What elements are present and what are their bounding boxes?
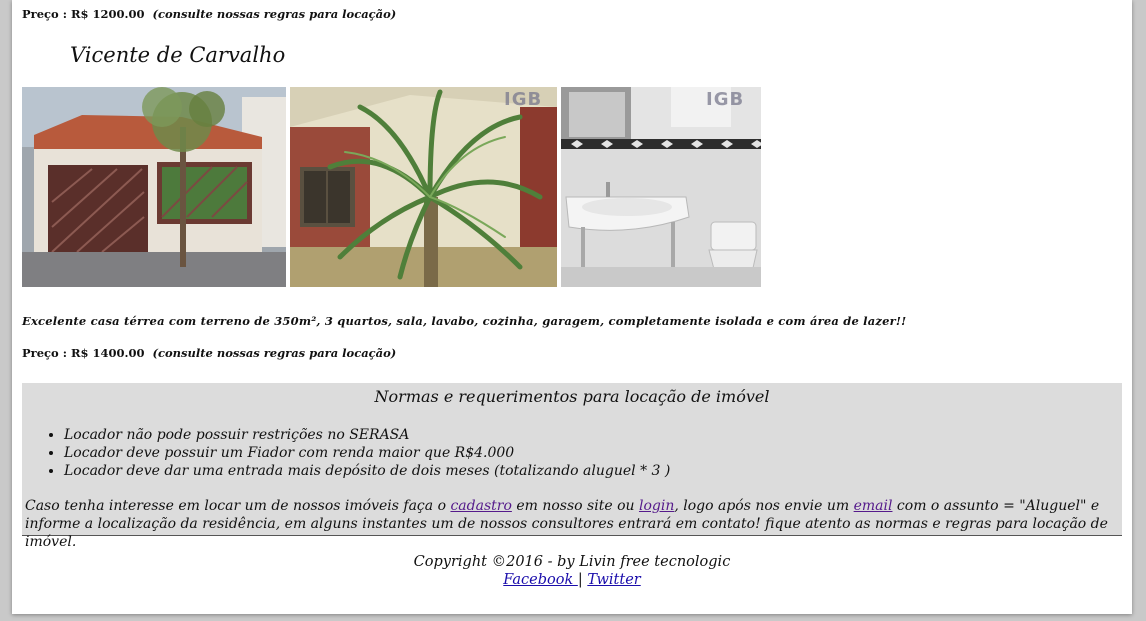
price-note: (consulte nossas regras para locação) bbox=[152, 346, 397, 360]
price-line-listing-1: Preço : R$ 1200.00 (consulte nossas regra… bbox=[22, 7, 396, 21]
rule-item: Locador deve dar uma entrada mais depósi… bbox=[64, 462, 670, 480]
listing-description: Excelente casa térrea com terreno de 350… bbox=[22, 314, 907, 328]
palm-tree-photo[interactable]: IGB bbox=[290, 87, 557, 287]
watermark-logo: IGB bbox=[504, 89, 543, 110]
rules-instructions: Caso tenha interesse em locar um de noss… bbox=[25, 497, 1115, 551]
facebook-link[interactable]: Facebook bbox=[503, 572, 578, 588]
bathroom-photo[interactable]: IGB bbox=[561, 87, 761, 287]
footer: Copyright ©2016 - by Livin free tecnolog… bbox=[22, 553, 1122, 589]
price-label: Preço : R$ 1400.00 bbox=[22, 346, 145, 360]
page-content: Preço : R$ 1200.00 (consulte nossas regra… bbox=[12, 0, 1132, 614]
rental-rules-section: Normas e requerimentos para locação de i… bbox=[22, 383, 1122, 550]
instructions-text: Caso tenha interesse em locar um de noss… bbox=[25, 498, 451, 514]
rules-list: Locador não pode possuir restrições no S… bbox=[22, 426, 670, 480]
email-link[interactable]: email bbox=[854, 498, 893, 514]
rule-item: Locador não pode possuir restrições no S… bbox=[64, 426, 670, 444]
login-link[interactable]: login bbox=[639, 498, 674, 514]
instructions-text: , logo após nos envie um bbox=[674, 498, 854, 514]
price-note: (consulte nossas regras para locação) bbox=[152, 7, 397, 21]
twitter-link[interactable]: Twitter bbox=[587, 572, 640, 588]
copyright-text: Copyright ©2016 - by Livin free tecnolog… bbox=[413, 554, 731, 570]
price-line-listing-2: Preço : R$ 1400.00 (consulte nossas regra… bbox=[22, 346, 396, 360]
listing-title: Vicente de Carvalho bbox=[70, 43, 286, 67]
rule-item: Locador deve possuir um Fiador com renda… bbox=[64, 444, 670, 462]
link-separator: | bbox=[577, 572, 583, 588]
instructions-text: em nosso site ou bbox=[511, 498, 639, 514]
rules-title: Normas e requerimentos para locação de i… bbox=[374, 387, 770, 406]
price-label: Preço : R$ 1200.00 bbox=[22, 7, 145, 21]
house-front-photo[interactable] bbox=[22, 87, 286, 287]
watermark-logo: IGB bbox=[706, 89, 745, 110]
social-links: Facebook | Twitter bbox=[22, 571, 1122, 589]
cadastro-link[interactable]: cadastro bbox=[450, 498, 511, 514]
